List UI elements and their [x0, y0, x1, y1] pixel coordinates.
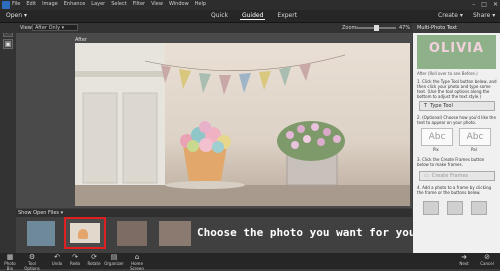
tool-options-icon: ⚙: [28, 253, 36, 261]
text-style-option-2[interactable]: Abc: [459, 128, 491, 146]
rotate-button[interactable]: ⟳ Rotate: [86, 253, 102, 269]
menu-window[interactable]: Window: [169, 1, 189, 7]
rotate-icon: ⟳: [91, 253, 97, 261]
preview-word: OLIVIA: [428, 41, 485, 56]
next-icon: ➜: [461, 253, 467, 261]
cancel-label: Cancel: [480, 261, 494, 266]
menu-bar: File Edit Image Enhance Layer Select Fil…: [0, 0, 500, 10]
hand-tool-icon[interactable]: ▣: [3, 39, 13, 49]
undo-button[interactable]: ↶ Undo: [50, 253, 64, 269]
menu-image[interactable]: Image: [42, 1, 58, 7]
create-label: Create: [438, 12, 458, 19]
share-label: Share: [473, 12, 491, 19]
maximize-icon[interactable]: □: [481, 1, 487, 8]
create-button[interactable]: Create ▾: [438, 12, 463, 19]
next-label: Next: [459, 261, 469, 266]
type-tool-label: Type Tool: [430, 103, 453, 109]
menu-view[interactable]: View: [151, 1, 163, 7]
undo-label: Undo: [51, 261, 63, 266]
taskbar: ▦ Photo Bin ⚙ Tool Options ↶ Undo ↷ Redo ⟳ Ro…: [0, 253, 500, 271]
step-1: 1. Click the Type Tool button below, and…: [417, 79, 497, 99]
preview-image[interactable]: OLIVIA: [417, 35, 496, 69]
menu-file[interactable]: File: [12, 1, 20, 7]
view-value: After Only: [35, 25, 61, 31]
open-button[interactable]: Open ▾: [6, 12, 27, 19]
photo-thumbnail[interactable]: [159, 221, 191, 246]
next-button[interactable]: ➜ Next: [456, 253, 472, 269]
photo-thumbnail[interactable]: [27, 221, 55, 246]
text-style-option-1[interactable]: Abc: [421, 128, 453, 146]
photo-bin-label: Photo Bin: [4, 261, 16, 271]
home-icon: ⌂: [134, 253, 140, 261]
photo-bin-bar: Show Open Files ▾: [16, 209, 412, 217]
cancel-icon: ⊘: [484, 253, 490, 261]
organizer-button[interactable]: ▤ Organizer: [104, 253, 124, 269]
organizer-label: Organizer: [104, 261, 124, 266]
redo-button[interactable]: ↷ Redo: [68, 253, 82, 269]
zoom-value: 47%: [399, 25, 411, 31]
step-2: 2. (Optional) Choose how you'd like the …: [417, 115, 496, 125]
mode-tabs: Quick Guided Expert: [209, 12, 299, 20]
view-options-bar: View: After Only ▾ Zoom: 47%: [0, 23, 412, 33]
tab-quick[interactable]: Quick: [209, 12, 230, 20]
zoom-slider-handle[interactable]: [374, 25, 379, 31]
home-screen-button[interactable]: ⌂ Home Screen: [124, 253, 150, 271]
menu-layer[interactable]: Layer: [91, 1, 105, 7]
window-controls: – □ ✕: [472, 1, 498, 8]
cupcake-photo: [75, 43, 410, 206]
photo-canvas[interactable]: [75, 43, 410, 206]
panel-header: Multi-Photo Text: [413, 23, 500, 33]
create-frames-button[interactable]: ▭ Create Frames: [419, 171, 495, 181]
add-photo-organizer-icon[interactable]: [471, 201, 487, 215]
add-photo-computer-icon[interactable]: [423, 201, 439, 215]
photo-thumbnail-selected[interactable]: [64, 217, 106, 249]
style-label-2: Pal: [471, 147, 477, 152]
photo-thumbnail[interactable]: [117, 221, 147, 246]
tool-options-label: Tool Options: [24, 261, 40, 271]
main-menu: File Edit Image Enhance Layer Select Fil…: [12, 1, 206, 7]
style-label-1: Pix: [433, 147, 439, 152]
open-label: Open: [6, 12, 23, 19]
guided-panel: Multi-Photo Text OLIVIA After (Roll over…: [413, 23, 500, 253]
close-icon[interactable]: ✕: [493, 1, 498, 8]
rotate-label: Rotate: [87, 261, 101, 266]
show-open-files-label: Show Open Files: [18, 210, 59, 216]
menu-filter[interactable]: Filter: [133, 1, 145, 7]
menu-help[interactable]: Help: [195, 1, 206, 7]
step-4: 4. Add a photo to a frame by clicking th…: [417, 185, 492, 195]
create-frames-label: Create Frames: [431, 173, 469, 179]
step-3: 3. Click the Create Frames button below …: [417, 157, 485, 167]
tab-guided[interactable]: Guided: [239, 12, 266, 20]
minimize-icon[interactable]: –: [472, 1, 475, 8]
menu-select[interactable]: Select: [111, 1, 126, 7]
redo-icon: ↷: [72, 253, 78, 261]
type-tool-button[interactable]: T Type Tool: [419, 101, 495, 111]
menu-edit[interactable]: Edit: [26, 1, 36, 7]
photo-bin-button[interactable]: ▦ Photo Bin: [2, 253, 18, 271]
cancel-button[interactable]: ⊘ Cancel: [478, 253, 496, 269]
home-screen-label: Home Screen: [130, 261, 144, 271]
add-photo-bin-icon[interactable]: [447, 201, 463, 215]
photo-bin-icon: ▦: [6, 253, 14, 261]
tool-options-button[interactable]: ⚙ Tool Options: [20, 253, 44, 271]
undo-icon: ↶: [54, 253, 60, 261]
tab-expert[interactable]: Expert: [275, 12, 299, 20]
organizer-icon: ▤: [110, 253, 118, 261]
tool-panel: ⌕ ▣: [0, 23, 16, 253]
menu-enhance[interactable]: Enhance: [64, 1, 86, 7]
share-button[interactable]: Share ▾: [473, 12, 495, 19]
mode-bar: Open ▾ Quick Guided Expert Create ▾ Shar…: [0, 10, 500, 23]
app-logo-icon: [2, 1, 10, 9]
redo-label: Redo: [69, 261, 81, 266]
after-note: After (Roll over to see Before.): [417, 71, 478, 76]
view-select[interactable]: After Only ▾: [32, 24, 78, 31]
show-open-files-select[interactable]: Show Open Files ▾: [18, 210, 63, 216]
